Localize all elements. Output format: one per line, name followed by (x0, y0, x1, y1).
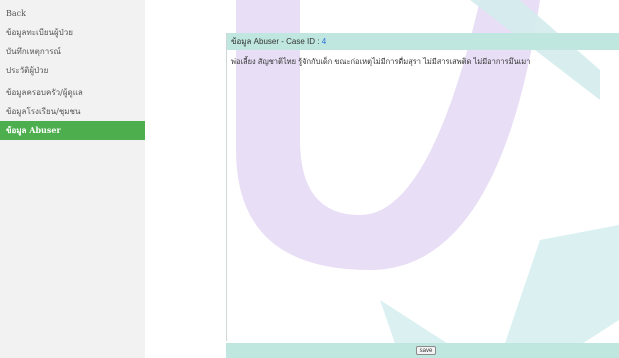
sidebar-item-incident-record[interactable]: บันทึกเหตุการณ์ (0, 42, 145, 61)
case-id: 4 (321, 37, 327, 46)
panel-title: ข้อมูล Abuser - Case ID : (231, 37, 322, 46)
sidebar: Back ข้อมูลทะเบียนผู้ป่วย บันทึกเหตุการณ… (0, 0, 145, 358)
footer-bar: save (226, 343, 619, 358)
panel-header: ข้อมูล Abuser - Case ID : 4 (227, 33, 619, 50)
sidebar-item-back[interactable]: Back (0, 4, 145, 23)
sidebar-item-abuser[interactable]: ข้อมูล Abuser (0, 121, 145, 140)
sidebar-item-school-community[interactable]: ข้อมูลโรงเรียน/ชุมชน (0, 102, 145, 121)
sidebar-item-family-caregiver[interactable]: ข้อมูลครอบครัว/ผู้ดูแล (0, 83, 145, 102)
sidebar-item-patient-history[interactable]: ประวัติผู้ป่วย (0, 61, 145, 80)
abuser-panel: ข้อมูล Abuser - Case ID : 4 พ่อเลี้ยง สั… (226, 33, 619, 341)
abuser-description: พ่อเลี้ยง สัญชาติไทย รู้จักกับเด็ก ขณะก่… (231, 57, 531, 66)
sidebar-item-patient-registry[interactable]: ข้อมูลทะเบียนผู้ป่วย (0, 23, 145, 42)
save-button[interactable]: save (416, 346, 436, 355)
